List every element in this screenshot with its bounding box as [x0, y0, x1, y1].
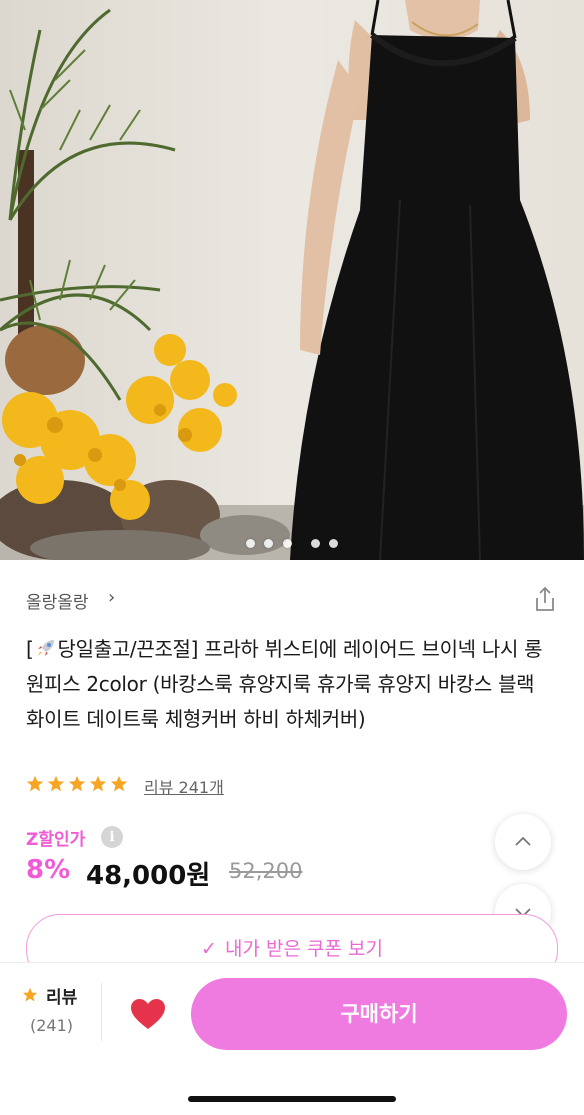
star-icon [68, 775, 86, 792]
pagination-dot[interactable] [328, 539, 338, 548]
review-count-link[interactable]: 리뷰 241개 [144, 774, 224, 798]
shop-name-link[interactable]: 올랑올랑 [26, 588, 89, 613]
original-price: 52,200 [229, 859, 303, 883]
divider [101, 983, 102, 1041]
bottom-action-bar: 리뷰 (241) 구매하기 [0, 962, 584, 1115]
review-count: (241) [30, 1016, 74, 1035]
product-image-gallery[interactable] [0, 0, 584, 560]
scroll-up-button[interactable] [495, 814, 551, 870]
title-text: 당일출고/끈조절] 프라하 뷔스티에 레이어드 브이넥 나시 롱원피스 2col… [26, 637, 543, 731]
star-icon [110, 775, 128, 792]
title-bracket: [ [26, 637, 34, 661]
shop-row: 올랑올랑 › [26, 585, 558, 615]
product-title: [ 당일출고/끈조절] 프라하 뷔스티에 레이어드 브이넥 나시 롱원피스 2c… [26, 632, 558, 737]
rocket-icon [37, 640, 54, 656]
check-icon: ✓ [201, 938, 217, 960]
home-indicator [188, 1096, 396, 1102]
sale-price: 48,000원 [86, 861, 211, 891]
heart-icon[interactable] [130, 998, 166, 1030]
chevron-right-icon[interactable]: › [108, 587, 115, 608]
z-discount-label: Z할인가 [26, 830, 86, 850]
product-photo [0, 0, 584, 560]
star-icon [47, 775, 65, 792]
star-rating [26, 775, 131, 797]
pagination-dot[interactable] [264, 539, 274, 548]
pagination-dot[interactable] [282, 539, 292, 548]
star-icon [22, 987, 38, 1002]
star-icon [89, 775, 107, 792]
pagination-dot[interactable] [310, 539, 320, 548]
coupon-label: 내가 받은 쿠폰 보기 [224, 938, 383, 960]
share-icon[interactable] [532, 585, 558, 613]
info-icon[interactable]: i [101, 826, 123, 848]
discount-rate: 8% [26, 855, 71, 885]
pagination-dot[interactable] [246, 539, 256, 548]
star-icon [26, 775, 44, 792]
review-label: 리뷰 [46, 988, 78, 1008]
chevron-up-icon [515, 836, 531, 846]
gallery-pagination [0, 533, 584, 552]
buy-button[interactable]: 구매하기 [191, 978, 567, 1050]
